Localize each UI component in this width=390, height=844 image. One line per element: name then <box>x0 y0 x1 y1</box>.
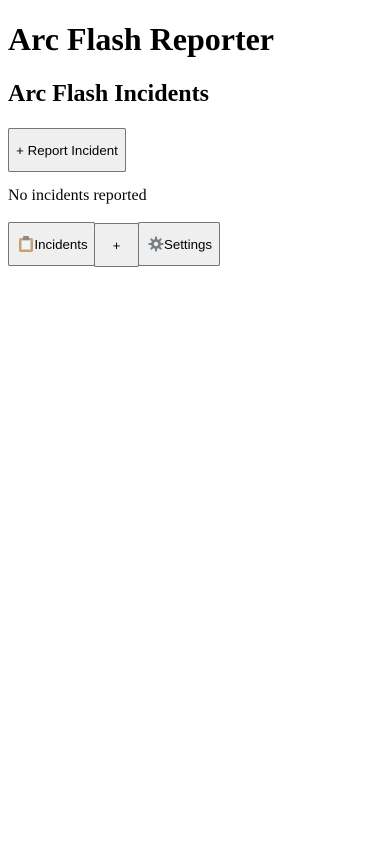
empty-state-message: No incidents reported <box>8 187 147 204</box>
section-title: Arc Flash Incidents <box>8 81 209 107</box>
report-incident-button[interactable]: + Report Incident <box>8 128 126 172</box>
nav-incidents-button[interactable]: Incidents <box>8 222 95 266</box>
nav-settings-button[interactable]: Settings <box>138 222 220 266</box>
nav-incidents-label: Incidents <box>34 236 88 252</box>
clipboard-icon <box>18 236 34 252</box>
nav-add-button[interactable]: + <box>94 223 139 267</box>
gear-icon <box>148 236 164 252</box>
nav-settings-label: Settings <box>163 236 213 252</box>
app-title: Arc Flash Reporter <box>8 21 274 57</box>
